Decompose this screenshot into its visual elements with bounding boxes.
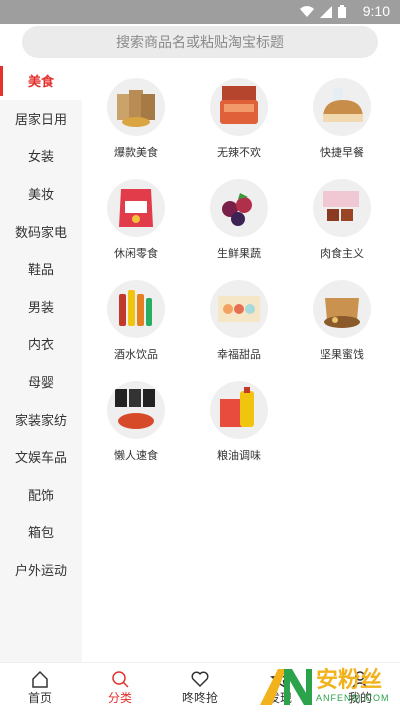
sidebar-item-label: 美妆 bbox=[27, 188, 54, 204]
sidebar-item[interactable]: 美妆 bbox=[0, 175, 82, 213]
sidebar-item-label: 内衣 bbox=[27, 338, 54, 354]
subcategory-label: 幸福甜品 bbox=[217, 348, 261, 361]
subcategory-label: 懒人速食 bbox=[114, 449, 158, 462]
sidebar-item-label: 家装家纺 bbox=[14, 413, 67, 429]
sidebar-item-label: 母婴 bbox=[27, 376, 54, 392]
sidebar-item[interactable]: 居家日用 bbox=[0, 100, 82, 138]
sidebar-item-label: 文娱车品 bbox=[14, 451, 67, 467]
search-placeholder: 搜索商品名或粘贴淘宝标题 bbox=[116, 35, 284, 51]
macaron-box-image bbox=[210, 280, 268, 338]
subcategory-item[interactable]: 粮油调味 bbox=[189, 381, 289, 463]
watermark-subtext: ANFENSI.COM bbox=[316, 693, 390, 703]
sidebar-item[interactable]: 文娱车品 bbox=[0, 438, 82, 476]
search-icon bbox=[112, 671, 129, 688]
sidebar-item-label: 男装 bbox=[27, 300, 54, 316]
tab-item[interactable]: 分类 bbox=[80, 663, 160, 712]
subcategory-item[interactable]: 快捷早餐 bbox=[292, 78, 392, 160]
wifi-icon bbox=[300, 5, 314, 17]
oil-rice-image bbox=[210, 381, 268, 439]
sidebar-item[interactable]: 户外运动 bbox=[0, 551, 82, 589]
subcategory-label: 爆款美食 bbox=[114, 146, 158, 159]
sidebar-item-label: 箱包 bbox=[27, 526, 54, 542]
nuts-box-image bbox=[313, 280, 371, 338]
sidebar-item[interactable]: 数码家电 bbox=[0, 212, 82, 250]
sidebar-item-label: 配饰 bbox=[27, 488, 54, 504]
sidebar-item-label: 居家日用 bbox=[14, 112, 67, 128]
sidebar-item[interactable]: 鞋品 bbox=[0, 250, 82, 288]
subcategory-label: 坚果蜜饯 bbox=[320, 348, 364, 361]
food-pack-image bbox=[107, 78, 165, 136]
signal-icon bbox=[320, 5, 332, 18]
sidebar-item[interactable]: 母婴 bbox=[0, 363, 82, 401]
category-sidebar: 美食居家日用女装美妆数码家电鞋品男装内衣母婴家装家纺文娱车品配饰箱包户外运动 bbox=[0, 62, 82, 662]
sidebar-item[interactable]: 女装 bbox=[0, 137, 82, 175]
sidebar-item-label: 美食 bbox=[27, 75, 54, 91]
instant-noodles-image bbox=[107, 381, 165, 439]
subcategory-item[interactable]: 酒水饮品 bbox=[86, 280, 186, 362]
sidebar-item[interactable]: 配饰 bbox=[0, 476, 82, 514]
heart-icon bbox=[191, 671, 209, 688]
meat-image bbox=[313, 179, 371, 237]
sidebar-item-label: 女装 bbox=[27, 150, 54, 166]
watermark-logo-icon bbox=[260, 669, 312, 705]
subcategory-item[interactable]: 爆款美食 bbox=[86, 78, 186, 160]
sidebar-item[interactable]: 箱包 bbox=[0, 513, 82, 551]
berries-image bbox=[210, 179, 268, 237]
sidebar-item[interactable]: 男装 bbox=[0, 288, 82, 326]
watermark-text: 安粉丝 bbox=[316, 668, 383, 693]
status-bar: 9:10 bbox=[0, 0, 400, 24]
sidebar-item-label: 鞋品 bbox=[27, 263, 54, 279]
spicy-jerky-image bbox=[210, 78, 268, 136]
tab-item[interactable]: 首页 bbox=[0, 663, 80, 712]
tab-label: 首页 bbox=[27, 691, 52, 705]
subcategory-label: 快捷早餐 bbox=[320, 146, 364, 159]
tab-item[interactable]: 咚咚抢 bbox=[160, 663, 240, 712]
subcategory-item[interactable]: 懒人速食 bbox=[86, 381, 186, 463]
subcategory-item[interactable]: 生鲜果蔬 bbox=[189, 179, 289, 261]
subcategory-label: 肉食主义 bbox=[320, 247, 364, 260]
subcategory-item[interactable]: 坚果蜜饯 bbox=[292, 280, 392, 362]
subcategory-label: 休闲零食 bbox=[114, 247, 158, 260]
sidebar-item-label: 户外运动 bbox=[14, 564, 67, 580]
subcategory-label: 粮油调味 bbox=[217, 449, 261, 462]
search-bar-container: 搜索商品名或粘贴淘宝标题 bbox=[0, 24, 400, 62]
snack-bag-image bbox=[107, 179, 165, 237]
status-icons bbox=[300, 5, 346, 18]
watermark: 安粉丝 ANFENSI.COM bbox=[256, 665, 396, 707]
sidebar-item[interactable]: 美食 bbox=[0, 62, 82, 100]
status-time: 9:10 bbox=[362, 3, 390, 19]
subcategory-label: 酒水饮品 bbox=[114, 348, 158, 361]
bread-image bbox=[313, 78, 371, 136]
sidebar-item-label: 数码家电 bbox=[14, 225, 67, 241]
subcategory-item[interactable]: 休闲零食 bbox=[86, 179, 186, 261]
drink-bottles-image bbox=[107, 280, 165, 338]
subcategory-item[interactable]: 肉食主义 bbox=[292, 179, 392, 261]
battery-icon bbox=[338, 5, 346, 18]
home-icon bbox=[32, 670, 48, 688]
sidebar-item[interactable]: 内衣 bbox=[0, 325, 82, 363]
subcategory-item[interactable]: 无辣不欢 bbox=[189, 78, 289, 160]
tab-label: 咚咚抢 bbox=[181, 691, 218, 705]
sidebar-item[interactable]: 家装家纺 bbox=[0, 400, 82, 438]
tab-label: 分类 bbox=[107, 691, 132, 705]
subcategory-item[interactable]: 幸福甜品 bbox=[189, 280, 289, 362]
subcategory-label: 生鲜果蔬 bbox=[217, 247, 261, 260]
search-input[interactable]: 搜索商品名或粘贴淘宝标题 bbox=[22, 26, 378, 58]
subcategory-label: 无辣不欢 bbox=[217, 146, 261, 159]
